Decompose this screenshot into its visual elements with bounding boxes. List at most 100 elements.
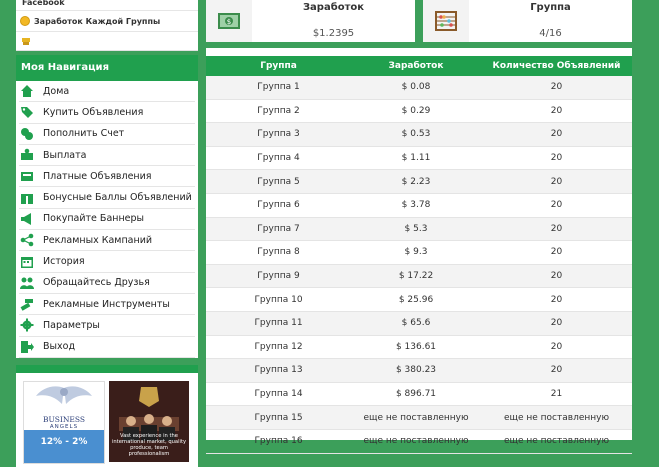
- cell-group: Группа 4: [206, 146, 351, 171]
- cell-ads-count: 20: [481, 335, 632, 360]
- tags-icon: [20, 105, 34, 119]
- cell-earnings: $ 9.3: [351, 240, 481, 265]
- nav-item-tags[interactable]: Купить Объявления: [19, 102, 195, 124]
- cell-earnings: $ 5.3: [351, 217, 481, 242]
- nav-item-logout[interactable]: Выход: [19, 337, 195, 358]
- cell-ads-count: 20: [481, 358, 632, 383]
- cell-earnings: $ 0.29: [351, 99, 481, 124]
- divider: [16, 364, 198, 373]
- cell-earnings: $ 2.23: [351, 169, 481, 194]
- cell-group: Группа 5: [206, 169, 351, 194]
- home-icon: [20, 84, 34, 98]
- table-row: Группа 9 $ 17.22 20: [206, 264, 632, 289]
- table-row: Группа 8 $ 9.3 20: [206, 240, 632, 265]
- nav-item-paid-ads[interactable]: Платные Объявления: [19, 166, 195, 188]
- menu-item-label: Заработок Каждой Группы: [34, 16, 161, 26]
- earnings-menu: Facebook Заработок Каждой Группы: [16, 0, 198, 51]
- nav-item-tools[interactable]: Рекламные Инструменты: [19, 294, 195, 316]
- cell-earnings: $ 136.61: [351, 335, 481, 360]
- gift-icon: [20, 191, 34, 205]
- table-row: Группа 2 $ 0.29 20: [206, 99, 632, 124]
- column-header-group: Группа: [206, 56, 351, 76]
- cell-earnings: $ 0.08: [351, 76, 481, 100]
- group-label: Группа: [530, 2, 571, 13]
- cell-ads-count: 20: [481, 169, 632, 194]
- nav-item-bullhorn[interactable]: Покупайте Баннеры: [19, 209, 195, 231]
- logout-icon: [20, 340, 34, 354]
- nav-item-label: Купить Объявления: [43, 106, 144, 118]
- nav-item-home[interactable]: Дома: [19, 81, 195, 103]
- cell-group: Группа 6: [206, 193, 351, 218]
- nav-item-share[interactable]: Рекламных Кампаний: [19, 230, 195, 252]
- table-row: Группа 11 $ 65.6 20: [206, 311, 632, 336]
- cell-group: Группа 12: [206, 335, 351, 360]
- group-value: 4/16: [539, 28, 562, 39]
- table-row: Группа 15 еще не поставленную еще не поста…: [206, 405, 632, 430]
- nav-item-friends[interactable]: Обращайтесь Друзья: [19, 273, 195, 294]
- earnings-value: $1.2395: [312, 28, 355, 39]
- pin-icon: [22, 38, 30, 45]
- nav-item-gift[interactable]: Бонусные Баллы Объявлений: [19, 187, 195, 209]
- table-row: Группа 13 $ 380.23 20: [206, 358, 632, 383]
- table-row: Группа 10 $ 25.96 20: [206, 287, 632, 312]
- nav-item-label: Бонусные Баллы Объявлений: [43, 192, 192, 204]
- nav-item-label: Параметры: [43, 319, 100, 331]
- banner-promo: 12% - 2%: [24, 429, 104, 463]
- menu-item-extra[interactable]: [16, 31, 198, 50]
- cell-ads-count: 20: [481, 146, 632, 171]
- cell-earnings: $ 0.53: [351, 122, 481, 147]
- cell-group: Группа 15: [206, 405, 351, 430]
- earnings-table: Группа Заработок Количество Объявлений Г…: [206, 56, 632, 454]
- cell-earnings: еще не поставленную: [351, 429, 481, 454]
- earnings-label: Заработок: [302, 2, 365, 13]
- money-icon: $: [206, 0, 252, 42]
- nav-item-label: Пополнить Счет: [43, 128, 125, 140]
- cell-group: Группа 8: [206, 240, 351, 265]
- menu-item-group-earnings[interactable]: Заработок Каждой Группы: [16, 10, 198, 31]
- cell-ads-count: 20: [481, 122, 632, 147]
- column-header-ads-count: Количество Объявлений: [481, 56, 632, 76]
- cell-ads-count: 20: [481, 264, 632, 289]
- cell-group: Группа 1: [206, 76, 351, 100]
- table-row: Группа 3 $ 0.53 20: [206, 122, 632, 147]
- cell-ads-count: 20: [481, 240, 632, 265]
- tools-icon: [20, 297, 34, 311]
- cell-earnings: $ 65.6: [351, 311, 481, 336]
- nav-item-payout[interactable]: Выплата: [19, 145, 195, 167]
- banner-title: BUSINESS: [42, 414, 86, 424]
- table-row: Группа 7 $ 5.3 20: [206, 217, 632, 242]
- cell-earnings: $ 3.78: [351, 193, 481, 218]
- sidebar: Facebook Заработок Каждой Группы Моя Нав…: [16, 0, 198, 467]
- cell-group: Группа 13: [206, 358, 351, 383]
- nav-item-money[interactable]: Пополнить Счет: [19, 124, 195, 145]
- cell-group: Группа 11: [206, 311, 351, 336]
- bullhorn-icon: [20, 212, 34, 226]
- cell-group: Группа 3: [206, 122, 351, 147]
- cell-group: Группа 14: [206, 382, 351, 407]
- cell-ads-count: 20: [481, 99, 632, 124]
- cell-earnings: $ 896.71: [351, 382, 481, 407]
- menu-item-facebook[interactable]: Facebook: [16, 0, 198, 10]
- cell-ads-count: 20: [481, 193, 632, 218]
- nav-item-gear[interactable]: Параметры: [19, 315, 195, 337]
- nav-item-label: Платные Объявления: [43, 170, 152, 182]
- column-header-earnings: Заработок: [351, 56, 481, 76]
- cell-ads-count: 20: [481, 76, 632, 100]
- nav-item-calendar[interactable]: История: [19, 251, 195, 273]
- banner-business-angels[interactable]: BUSINESS ANGELS 12% - 2%: [23, 380, 105, 464]
- banner-caption: Vast experience in the international mar…: [111, 432, 187, 457]
- cell-ads-count: 20: [481, 217, 632, 242]
- table-row: Группа 14 $ 896.71 21: [206, 382, 632, 407]
- money-icon: [20, 127, 34, 141]
- table-row: Группа 16 еще не поставленную еще не поста…: [206, 429, 632, 454]
- cell-ads-count: еще не поставленную: [481, 429, 632, 454]
- nav-item-label: Рекламные Инструменты: [43, 298, 170, 310]
- nav-item-label: Выплата: [43, 149, 87, 161]
- cell-earnings: еще не поставленную: [351, 405, 481, 430]
- cell-earnings: $ 25.96: [351, 287, 481, 312]
- banner-trading[interactable]: Vast experience in the international mar…: [109, 380, 189, 462]
- table-header-row: Группа Заработок Количество Объявлений: [206, 56, 632, 76]
- cell-group: Группа 9: [206, 264, 351, 289]
- table-row: Группа 5 $ 2.23 20: [206, 169, 632, 194]
- cell-earnings: $ 380.23: [351, 358, 481, 383]
